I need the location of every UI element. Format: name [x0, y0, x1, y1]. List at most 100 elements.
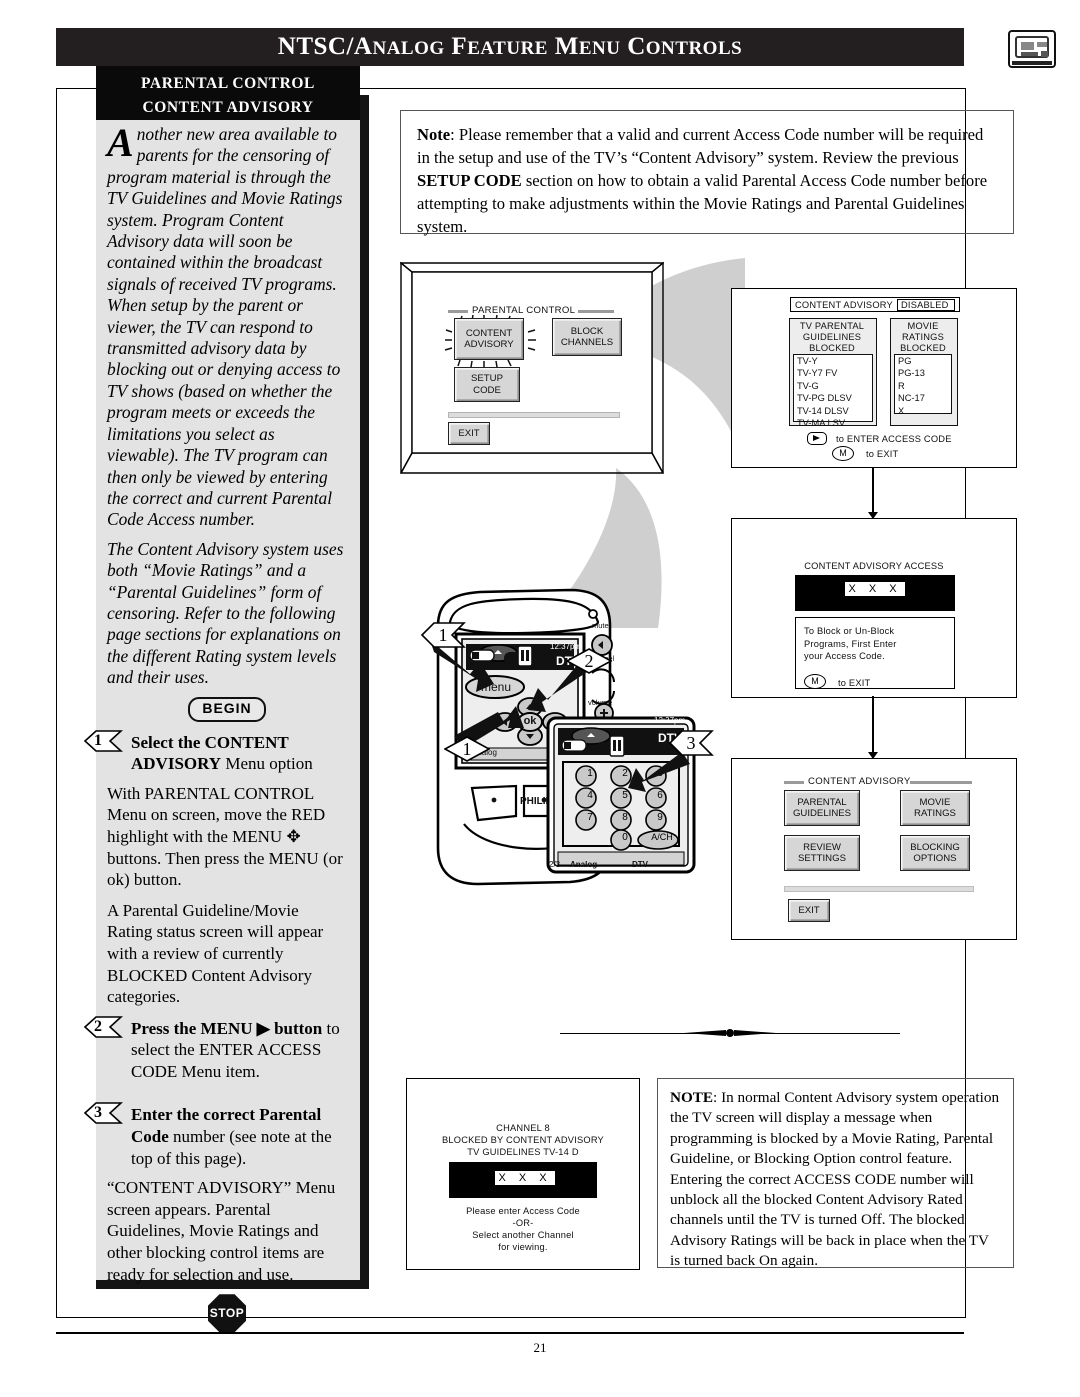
- movie-item: NC-17: [898, 393, 925, 404]
- advisory-button-pg-line1: PARENTAL: [797, 796, 847, 808]
- tvpg-item: TV-PG DLSV: [797, 393, 852, 404]
- content-advisory-status-panel: CONTENT ADVISORY DISABLED TV PARENTAL GU…: [731, 288, 1017, 468]
- advisory-button-mr-line1: MOVIE: [919, 796, 951, 808]
- advisory-button-review-settings[interactable]: REVIEW SETTINGS: [784, 835, 860, 871]
- connector-arrow-1: [868, 468, 878, 519]
- keypad-key-6[interactable]: 6: [650, 790, 670, 801]
- tv-menu-button-setup-code-line1: SETUP: [471, 373, 503, 384]
- tv-menu-button-block-channels[interactable]: BLOCK CHANNELS: [552, 318, 622, 356]
- content-advisory-access-panel: CONTENT ADVISORY ACCESS X X X X To Block…: [731, 518, 1017, 698]
- movie-title-line2: RATINGS: [901, 332, 945, 342]
- advisory-button-mr-line2: RATINGS: [914, 808, 956, 819]
- advisory-button-rs-line2: SETTINGS: [798, 853, 846, 864]
- keypad-key-5[interactable]: 5: [615, 790, 635, 801]
- blocked-foot-1: Please enter Access Code: [466, 1206, 580, 1216]
- remote-volume-label: volume: [588, 698, 613, 707]
- callout-1b: 1: [444, 736, 490, 762]
- tv-menu-button-setup-code[interactable]: SETUP CODE: [454, 367, 520, 402]
- note-bottom-body: : In normal Content Advisory system oper…: [670, 1089, 1000, 1270]
- access-code-field[interactable]: X X X X: [845, 582, 905, 609]
- advisory-title-rule-left: [784, 781, 804, 784]
- advisory-button-movie-ratings[interactable]: MOVIE RATINGS: [900, 790, 970, 826]
- page-number: 21: [533, 1340, 547, 1355]
- keypad-key-0[interactable]: 0: [615, 832, 635, 843]
- keypad-key-3[interactable]: 3: [650, 768, 670, 779]
- access-panel-title: CONTENT ADVISORY ACCESS: [804, 561, 944, 571]
- keypad-key-ach[interactable]: A/CH: [644, 832, 680, 842]
- step-1-heading-tail: Menu option: [221, 754, 313, 774]
- sidebar-header-line2: CONTENT ADVISORY: [142, 99, 314, 116]
- sidebar-header: PARENTAL CONTROL CONTENT ADVISORY: [96, 66, 360, 120]
- sidebar-header-line1: PARENTAL CONTROL: [141, 75, 315, 92]
- step-1-paragraph-2: A Parental Guideline/Movie Rating status…: [107, 900, 324, 1007]
- page-title: NTSC/ANALOG FEATURE MENU CONTROLS: [277, 33, 743, 60]
- menu-title-rule-right: [578, 310, 614, 313]
- tvpg-blocked-list: TV-Y TV-Y7 FV TV-G TV-PG DLSV TV-14 DLSV…: [793, 354, 873, 428]
- stop-badge: STOP: [208, 1294, 246, 1333]
- advisory-button-parental-guidelines[interactable]: PARENTAL GUIDELINES: [784, 790, 860, 826]
- menu-separator-rule: [448, 412, 620, 418]
- advisory-button-bo-line1: BLOCKING: [910, 841, 960, 853]
- drop-cap: A: [107, 120, 134, 165]
- keypad-key-4[interactable]: 4: [580, 790, 600, 801]
- exit-hint-label: to EXIT: [866, 449, 899, 459]
- keypad-key-1[interactable]: 1: [580, 768, 600, 779]
- exit-hint: M to EXIT: [832, 444, 898, 462]
- keypad-key-9[interactable]: 9: [650, 812, 670, 823]
- right-arrow-button-icon[interactable]: [807, 431, 827, 445]
- callout-1b-label: 1: [462, 739, 472, 759]
- blocked-foot-4: for viewing.: [498, 1242, 548, 1252]
- callout-2-label: 2: [584, 651, 594, 671]
- callout-2: 2: [566, 648, 612, 674]
- remote-menu-button-label[interactable]: menu: [476, 680, 516, 694]
- tvpg-item: TV-Y7 FV: [797, 368, 838, 379]
- tv-menu-button-content-advisory-line1: CONTENT: [465, 327, 513, 339]
- blocked-line-2: BLOCKED BY CONTENT ADVISORY: [442, 1135, 604, 1145]
- note-bottom-text: NOTE: In normal Content Advisory system …: [670, 1088, 1001, 1272]
- enter-access-code-hint-label: to ENTER ACCESS CODE: [836, 434, 952, 444]
- note-top-body-1: : Please remember that a valid and curre…: [417, 125, 984, 167]
- blocked-foot-2: -OR-: [512, 1218, 534, 1228]
- remote-ok-button-label[interactable]: ok: [518, 715, 542, 727]
- advisory-separator-rule: [784, 886, 974, 892]
- tvpg-title-line1: TV PARENTAL: [799, 321, 865, 331]
- step-1-text: Select the CONTENT ADVISORY Menu option: [107, 732, 347, 775]
- step-2: 2 Press the MENU ▶ button to select the …: [83, 1015, 347, 1083]
- keypad-key-2[interactable]: 2: [615, 768, 635, 779]
- menu-key-icon[interactable]: M: [832, 445, 854, 461]
- tvpg-item: TV-MA LSV: [797, 418, 846, 429]
- note-top-bold-mid: SETUP CODE: [417, 171, 522, 190]
- inset-time-display: 12:37pm: [654, 716, 686, 725]
- access-msg-line1: To Block or Un-Block: [804, 626, 895, 636]
- remote-mute-label: mute: [592, 621, 609, 630]
- page-title-bar: NTSC/ANALOG FEATURE MENU CONTROLS: [56, 28, 964, 66]
- callout-3: 3: [668, 730, 714, 756]
- step-3-number-marker: 3: [83, 1102, 123, 1125]
- sidebar-intro-paragraph-2: The Content Advisory system uses both “M…: [107, 538, 344, 688]
- callout-1a: 1: [420, 622, 466, 648]
- advisory-button-rs-line1: REVIEW: [803, 841, 841, 853]
- advisory-button-blocking-options[interactable]: BLOCKING OPTIONS: [900, 835, 970, 871]
- blocked-code-field[interactable]: X X X X: [495, 1171, 555, 1198]
- tv-menu-button-exit[interactable]: EXIT: [448, 422, 490, 445]
- advisory-button-exit[interactable]: EXIT: [788, 899, 830, 922]
- tv-menu-button-setup-code-line2: CODE: [473, 384, 501, 396]
- keypad-key-8[interactable]: 8: [615, 812, 635, 823]
- movie-item: PG-13: [898, 368, 925, 379]
- section-divider-ornament: [560, 1028, 900, 1038]
- blocked-line-3: TV GUIDELINES TV-14 D: [467, 1147, 579, 1157]
- tvpg-item: TV-Y: [797, 356, 818, 366]
- step-1-number-marker: 1: [83, 729, 123, 752]
- keypad-key-7[interactable]: 7: [580, 812, 600, 823]
- tv-menu-button-content-advisory[interactable]: CONTENT ADVISORY: [454, 318, 524, 360]
- step-3: 3 Enter the correct Parental Code number…: [83, 1102, 347, 1169]
- advisory-button-pg-line2: GUIDELINES: [792, 808, 852, 819]
- content-advisory-menu-panel: CONTENT ADVISORY PARENTAL GUIDELINES MOV…: [731, 758, 1017, 940]
- movie-blocked-list: PG PG-13 R NC-17 X: [894, 354, 952, 416]
- tvpg-title-line3: BLOCKED: [809, 343, 855, 353]
- step-2-number-marker: 2: [83, 1015, 123, 1038]
- tv-menu-button-content-advisory-line2: ADVISORY: [464, 339, 514, 350]
- menu-key-icon[interactable]: M: [804, 674, 826, 690]
- callout-3-label: 3: [686, 733, 696, 753]
- step-2-heading: Press the MENU ▶ button: [131, 1018, 323, 1038]
